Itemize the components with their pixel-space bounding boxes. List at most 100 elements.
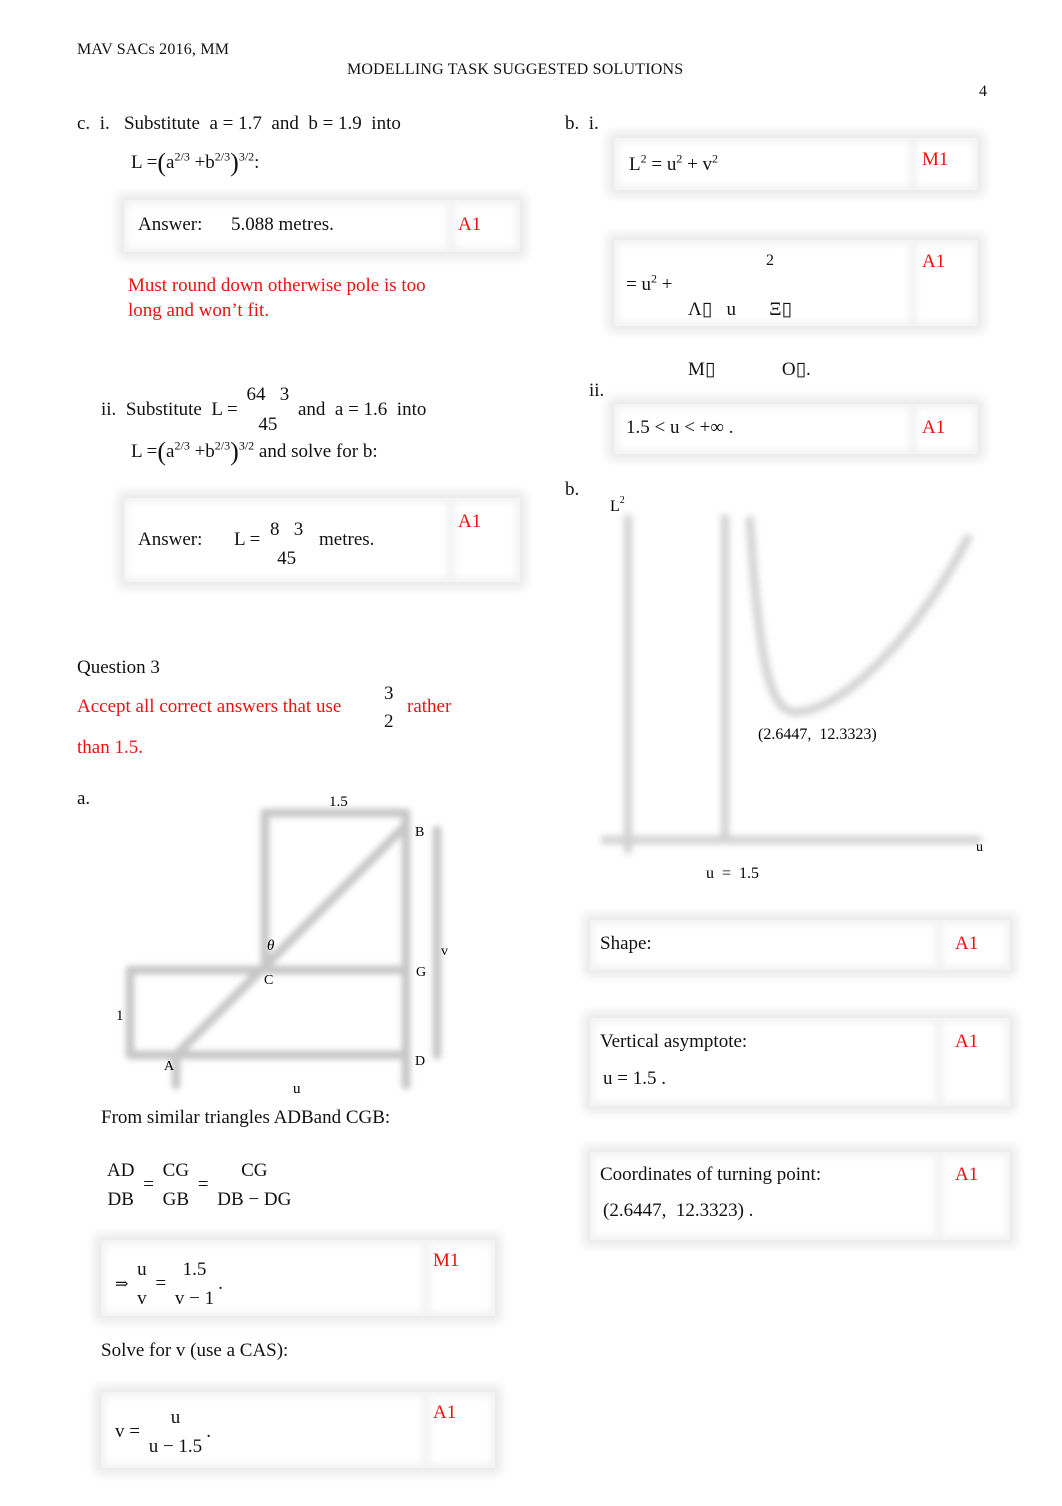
q3-note-line-2: than 1.5. [77, 737, 143, 758]
turning-point-label-text: Coordinates of turning point: [600, 1164, 822, 1185]
exponent: 2/3 [214, 438, 231, 453]
label-G: G [416, 965, 426, 980]
asymptote-label-text: Vertical asymptote: [600, 1031, 748, 1052]
label-D: D [415, 1054, 425, 1069]
pythagoras-equation: L2 = u2 + v2 [629, 151, 719, 175]
implies-equation: ⇒ uv = 1.5 v − 1. [115, 1259, 223, 1309]
m1-box-L-squared: L2 = u2 + v2 M1 [614, 138, 978, 190]
answer-value: 5.088 metres. [231, 214, 334, 235]
a1-box-L-squared-substituted: = u2 + Λ▯ u Ξ▯ Μ▯ Ο▯. Νu▯ −1.5 Π▯ 2 A1 [614, 240, 978, 440]
corridor-diagram: 1.5 B θ v C G 1 A D u [116, 794, 448, 1097]
substituted-equation: = u2 + [626, 271, 673, 295]
formula-lhs: L = [131, 152, 158, 173]
formula-L: L =(a2/3 +b2/3)3/2: [131, 148, 260, 177]
exponent: 2/3 [174, 438, 190, 453]
formula-lhs: L = [131, 441, 158, 462]
v-equation: v = uu − 1.5. [115, 1407, 211, 1457]
and-text: and [297, 398, 326, 420]
formula-L-ii: L =(a2/3 +b2/3)3/2 and solve for b: [131, 437, 378, 466]
squared-exponent: 2 [766, 252, 774, 269]
a1-box-turning-point: Coordinates of turning point: (2.6447, 1… [590, 1152, 1010, 1240]
part-label: c. [77, 113, 91, 134]
mark-a1: A1 [955, 1164, 979, 1185]
label-1-5: 1.5 [329, 794, 348, 810]
mark-m1: M1 [922, 149, 949, 170]
asymptote-value: u = 1.5 . [603, 1068, 666, 1089]
exponent: 2/3 [174, 149, 190, 164]
header-title: MODELLING TASK SUGGESTED SOLUTIONS [347, 61, 684, 78]
mark-a1: A1 [433, 1402, 457, 1423]
mark-a1: A1 [458, 214, 482, 235]
note-line-1: Must round down otherwise pole is too [128, 275, 426, 296]
b-value: b = 1.9 [308, 113, 362, 134]
a1-box-asymptote: Vertical asymptote: u = 1.5 . A1 [590, 1018, 1010, 1106]
solve-text: and solve for b: [258, 441, 378, 462]
b-ii-heading: ii. [589, 380, 605, 401]
b-graph-heading: b. [565, 479, 580, 500]
fraction: 64 3 45 [246, 384, 290, 436]
sub-label: i. [99, 113, 110, 134]
q3-note-rather: rather [407, 696, 452, 717]
into-text: into [396, 398, 427, 420]
L-equals: L = [211, 398, 238, 420]
a1-answer-box-v: v = uu − 1.5. A1 [101, 1392, 495, 1468]
q3-note-line-1: Accept all correct answers that use [77, 696, 342, 717]
turning-point-value: (2.6447, 12.3323) . [603, 1200, 754, 1221]
label-C: C [264, 973, 273, 988]
mark-a1: A1 [955, 933, 979, 954]
substitute-text: Substitute [123, 113, 200, 134]
sub-label: ii. [101, 398, 117, 420]
mark-a1: A1 [922, 251, 946, 272]
solve-for-v-text: Solve for v (use a CAS): [101, 1340, 289, 1361]
y-axis-label: L2 [610, 495, 625, 515]
answer-label: Answer: [138, 214, 203, 235]
shape-label: Shape: [600, 933, 652, 954]
answer-box-c-ii: Answer: L = 8 3 45 metres. A1 [124, 498, 520, 582]
a-value: a = 1.7 [209, 113, 262, 134]
a-value: a = 1.6 [334, 398, 388, 420]
formula-b: +b [194, 152, 215, 173]
label-v: v [441, 944, 448, 959]
and-text: and [271, 113, 299, 134]
similar-triangles-text: From similar triangles ADBand CGB: [101, 1107, 391, 1128]
part-a-label: a. [77, 788, 91, 809]
graph-curve [746, 516, 972, 717]
c-ii-heading: ii. Substitute L = 64 3 45 and a = 1.6 in… [101, 380, 426, 441]
pole-line [171, 820, 411, 1060]
colon: : [254, 152, 260, 173]
substitute-text: Substitute [125, 398, 202, 420]
c-i-heading: c. i. Substitute a = 1.7 and b = 1.9 int… [77, 113, 401, 135]
answer-label: Answer: [138, 529, 203, 550]
mark-m1: M1 [433, 1250, 460, 1271]
label-1: 1 [116, 1008, 124, 1024]
a1-box-domain: 1.5 < u < +∞ . A1 [614, 404, 978, 454]
asymptote-label: u = 1.5 [706, 865, 759, 882]
label-B: B [415, 825, 424, 840]
formula-b: +b [194, 441, 215, 462]
L-squared-graph: L2 u u = 1.5 (2.6447, 12.3323) [600, 495, 983, 882]
x-axis-label: u [976, 840, 983, 855]
domain-inequality: 1.5 < u < +∞ . [626, 417, 734, 438]
label-u: u [293, 1081, 301, 1097]
answer-box-c-i: Answer: 5.088 metres. A1 [124, 200, 520, 252]
header-left: MAV SACs 2016, MM [77, 41, 230, 58]
mark-a1: A1 [955, 1031, 979, 1052]
m1-answer-box: ⇒ uv = 1.5 v − 1. M1 [101, 1240, 495, 1316]
page-number: 4 [979, 83, 988, 100]
turning-point-label: (2.6447, 12.3323) [758, 726, 877, 743]
into-text: into [371, 113, 401, 134]
a1-box-shape: Shape: A1 [590, 920, 1010, 970]
b-i-heading: b. i. [565, 113, 599, 134]
exponent: 3/2 [238, 438, 255, 453]
answer-fraction: 8 3 45 [270, 519, 304, 569]
label-A: A [164, 1059, 175, 1074]
answer-unit: metres. [319, 529, 375, 550]
answer-L: L = [234, 529, 261, 550]
q3-note-fraction: 3 2 [384, 683, 394, 732]
ratio-equation: AD DB = CG GB = CG DB − DG [107, 1160, 292, 1210]
mark-a1: A1 [458, 511, 482, 532]
question-3-title: Question 3 [77, 657, 160, 678]
mark-a1: A1 [922, 417, 946, 438]
note-line-2: long and won’t fit. [128, 300, 270, 321]
exponent: 2/3 [214, 149, 231, 164]
